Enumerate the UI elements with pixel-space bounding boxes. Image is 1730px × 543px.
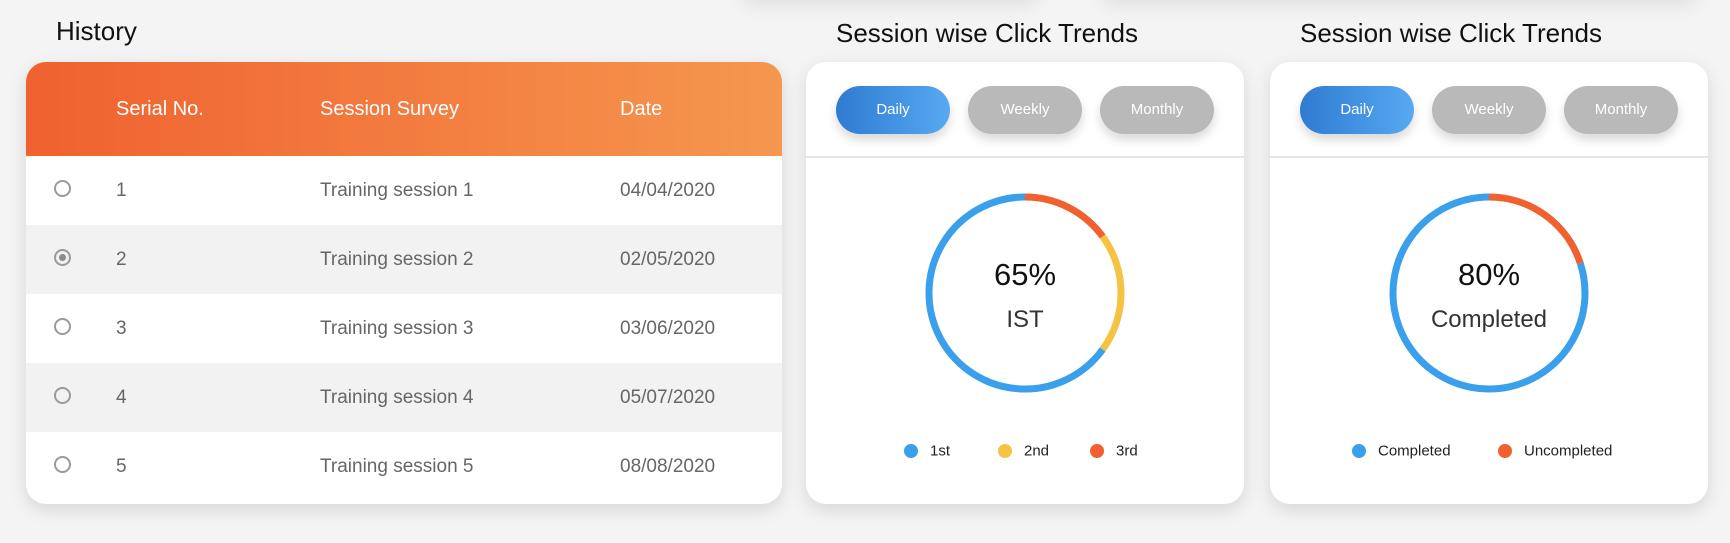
donut-center-value: 80% [1457,257,1521,292]
period-toolbar: Daily Weekly Monthly [1270,62,1708,158]
cell-date: 05/07/2020 [620,387,716,408]
donut-segment-1st [925,193,1106,393]
legend-dot-icon [904,444,918,459]
legend-label: 3rd [1116,442,1138,460]
row-radio[interactable] [54,180,71,197]
cell-serial: 2 [116,249,127,270]
cell-survey: Training session 5 [320,456,474,477]
donut-center-value: 65% [993,257,1057,292]
legend-item: 1st [904,442,950,460]
cell-date: 04/04/2020 [620,180,716,201]
cell-date: 02/05/2020 [620,249,716,270]
completion-trends-card: Daily Weekly Monthly 80% Completed Compl… [1270,62,1708,504]
cell-survey: Training session 3 [320,318,474,339]
column-header-serial: Serial No. [116,98,204,120]
history-table: Serial No. Session Survey Date 1 Training… [26,62,782,504]
cell-survey: Training session 2 [320,249,474,270]
legend-label: 2nd [1024,442,1050,460]
table-row[interactable]: 2 Training session 2 02/05/2020 [26,225,782,294]
row-radio[interactable] [54,249,71,266]
legend-dot-icon [1498,444,1512,459]
legend-label: 1st [930,442,951,460]
tab-daily[interactable]: Daily [1300,86,1414,134]
column-header-survey: Session Survey [320,98,459,120]
cell-date: 08/08/2020 [620,456,716,477]
cell-serial: 3 [116,318,127,339]
table-header: Serial No. Session Survey Date [26,62,782,156]
cell-date: 03/06/2020 [620,318,716,339]
legend-item: Completed [1352,442,1451,460]
cell-serial: 1 [116,180,127,201]
donut-chart [925,193,1125,393]
row-radio[interactable] [54,318,71,335]
tab-monthly[interactable]: Monthly [1100,86,1214,134]
donut-center-label: IST [1006,306,1044,333]
donut-segment-uncompleted [1488,193,1584,265]
cell-serial: 5 [116,456,127,477]
column-header-date: Date [620,98,663,120]
legend-dot-icon [1352,444,1366,459]
table-row[interactable]: 4 Training session 4 05/07/2020 [26,363,782,432]
row-radio[interactable] [54,387,71,404]
legend-item: 2nd [998,442,1049,460]
donut-center-label: Completed [1430,306,1548,333]
legend-label: Completed [1378,442,1451,460]
cell-serial: 4 [116,387,127,408]
donut-segment-3rd [1024,193,1106,239]
trends-title: Session wise Click Trends [836,18,1138,48]
tab-weekly[interactable]: Weekly [1432,86,1546,134]
legend-dot-icon [998,444,1012,459]
history-title: History [56,16,137,46]
row-radio[interactable] [54,456,71,473]
table-row[interactable]: 3 Training session 3 03/06/2020 [26,294,782,363]
cell-survey: Training session 1 [320,180,474,201]
legend-label: Uncompleted [1524,442,1613,460]
legend-item: 3rd [1090,442,1138,460]
table-row[interactable]: 1 Training session 1 04/04/2020 [26,156,782,225]
table-row[interactable]: 5 Training session 5 08/08/2020 [26,432,782,501]
legend-dot-icon [1090,444,1104,459]
cell-survey: Training session 4 [320,387,474,408]
tab-weekly[interactable]: Weekly [968,86,1082,134]
trends-title: Session wise Click Trends [1300,18,1602,48]
tab-daily[interactable]: Daily [836,86,950,134]
donut-chart [1389,193,1589,393]
period-toolbar: Daily Weekly Monthly [806,62,1244,158]
legend-item: Uncompleted [1498,442,1612,460]
tab-monthly[interactable]: Monthly [1564,86,1678,134]
click-trends-card: Daily Weekly Monthly 65% IST 1st 2nd 3rd [806,62,1244,504]
